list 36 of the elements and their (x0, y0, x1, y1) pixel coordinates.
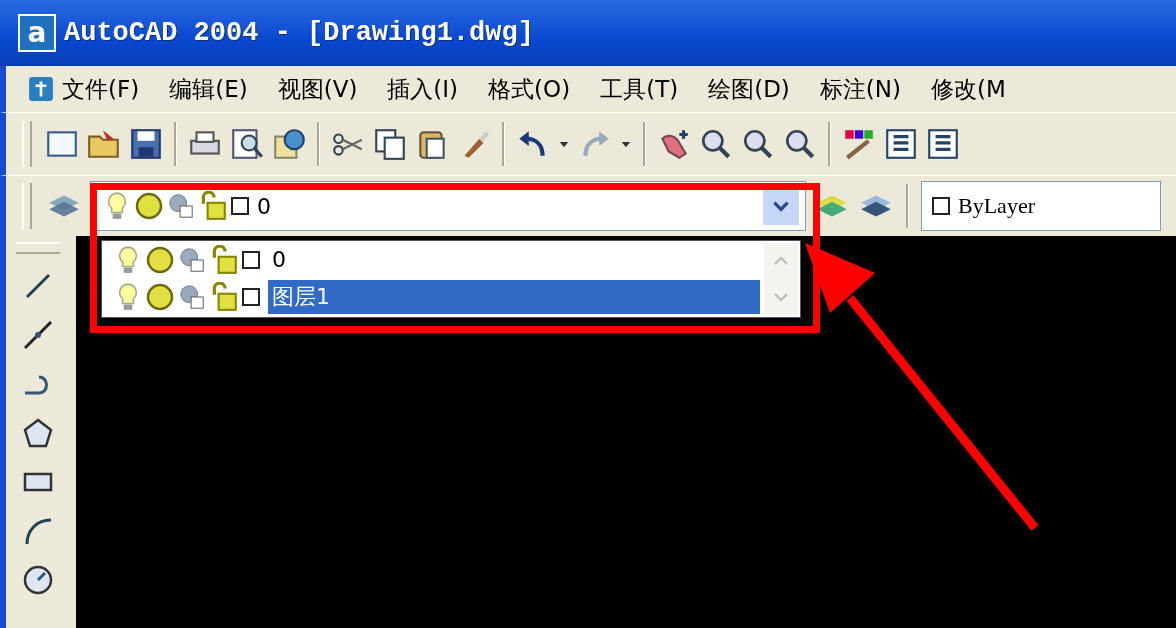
construction-line-icon[interactable] (21, 318, 55, 352)
color-swatch (242, 250, 260, 269)
menu-item[interactable]: 工具(T) (600, 73, 679, 105)
menu-item[interactable]: 视图(V) (277, 73, 358, 105)
color-swatch (932, 197, 950, 215)
menu-item[interactable]: 插入(I) (387, 73, 459, 105)
grid-icon[interactable] (925, 126, 961, 162)
toolbar-grip[interactable] (22, 183, 32, 229)
sun-icon (146, 244, 174, 275)
circle-icon[interactable] (21, 563, 55, 597)
layer-option[interactable]: 0 (114, 241, 800, 278)
menu-item[interactable]: 文件(F) (62, 73, 140, 105)
document-icon[interactable] (28, 76, 54, 102)
color-value: ByLayer (958, 193, 1035, 219)
viewport-icon (167, 191, 195, 221)
color-swatch (242, 287, 260, 306)
toolbar-grip[interactable] (22, 121, 32, 167)
app-icon: a (18, 14, 56, 52)
magnifier-icon[interactable] (229, 126, 265, 162)
lock-icon (199, 191, 227, 221)
menu-item[interactable]: 标注(N) (819, 73, 901, 105)
color-swatch (231, 197, 249, 215)
sun-icon (146, 281, 174, 312)
lock-icon (210, 244, 238, 275)
grid-icon[interactable] (883, 126, 919, 162)
layer-name: 0 (257, 193, 272, 219)
menu-item[interactable]: 修改(M (931, 73, 1006, 105)
color-dropdown[interactable]: ByLayer (921, 181, 1161, 231)
menu-item[interactable]: 格式(O) (488, 73, 571, 105)
sun-icon (135, 191, 163, 221)
pages-icon[interactable] (372, 126, 408, 162)
menu-item[interactable]: 绘图(D) (708, 73, 790, 105)
lock-icon (210, 281, 238, 312)
window-title: AutoCAD 2004 - [Drawing1.dwg] (64, 18, 534, 48)
menu-item[interactable]: 编辑(E) (169, 73, 248, 105)
polygon-icon[interactable] (21, 416, 55, 450)
